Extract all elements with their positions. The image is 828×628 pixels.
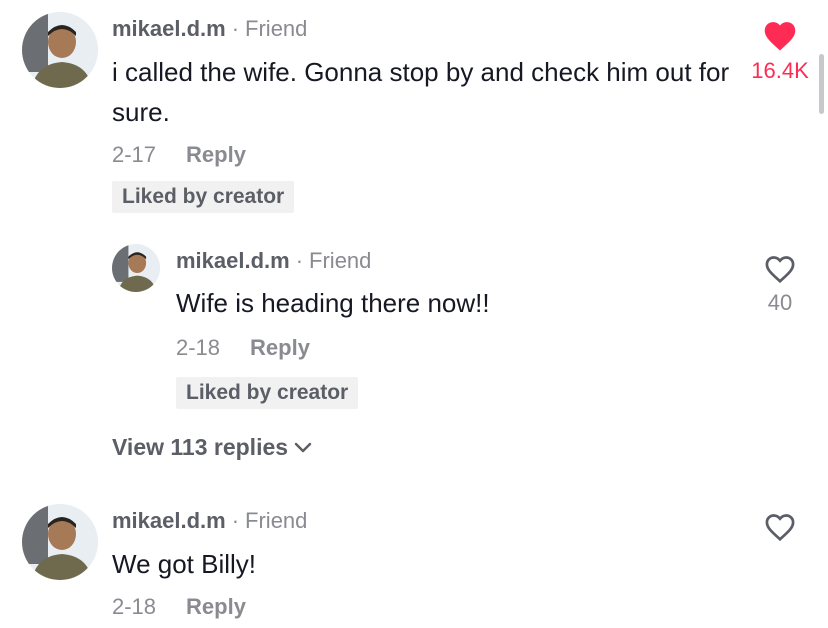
like-button[interactable]: 16.4K <box>740 20 820 84</box>
heart-outline-icon <box>765 256 795 284</box>
comment-meta: 2-17 Reply <box>112 142 246 168</box>
comment-meta: 2-18 Reply <box>176 335 310 361</box>
liked-by-creator-badge: Liked by creator <box>112 181 295 213</box>
like-count: 16.4K <box>751 58 809 83</box>
chevron-down-icon <box>294 442 312 452</box>
friend-label: Friend <box>245 16 308 41</box>
scrollbar[interactable] <box>819 54 824 114</box>
comment-text: We got Billy! <box>112 549 257 579</box>
avatar[interactable] <box>112 244 160 292</box>
comment-date: 2-18 <box>176 335 221 360</box>
username[interactable]: mikael.d.m · Friend <box>112 508 307 534</box>
friend-label: Friend <box>309 248 372 273</box>
comment-date: 2-18 <box>112 594 157 619</box>
view-replies-button[interactable]: View 113 replies <box>112 434 312 461</box>
avatar[interactable] <box>22 504 98 580</box>
reply-button[interactable]: Reply <box>186 142 246 167</box>
like-button[interactable]: 40 <box>740 254 820 316</box>
comment-text: i called the wife. Gonna stop by and che… <box>112 57 730 127</box>
heart-filled-icon <box>764 22 796 51</box>
comment-date: 2-17 <box>112 142 157 167</box>
friend-label: Friend <box>245 508 308 533</box>
avatar-photo-icon <box>22 12 98 88</box>
avatar-photo-icon <box>112 244 160 292</box>
username[interactable]: mikael.d.m · Friend <box>176 248 371 274</box>
comment-text: Wife is heading there now!! <box>176 288 490 318</box>
reply-button[interactable]: Reply <box>250 335 310 360</box>
like-button[interactable] <box>740 512 820 542</box>
comment-meta: 2-18 Reply <box>112 594 246 620</box>
heart-outline-icon <box>765 514 795 542</box>
reply-button[interactable]: Reply <box>186 594 246 619</box>
avatar-photo-icon <box>22 504 98 580</box>
liked-by-creator-badge: Liked by creator <box>176 377 359 409</box>
username[interactable]: mikael.d.m · Friend <box>112 16 307 42</box>
avatar[interactable] <box>22 12 98 88</box>
like-count: 40 <box>767 290 793 315</box>
